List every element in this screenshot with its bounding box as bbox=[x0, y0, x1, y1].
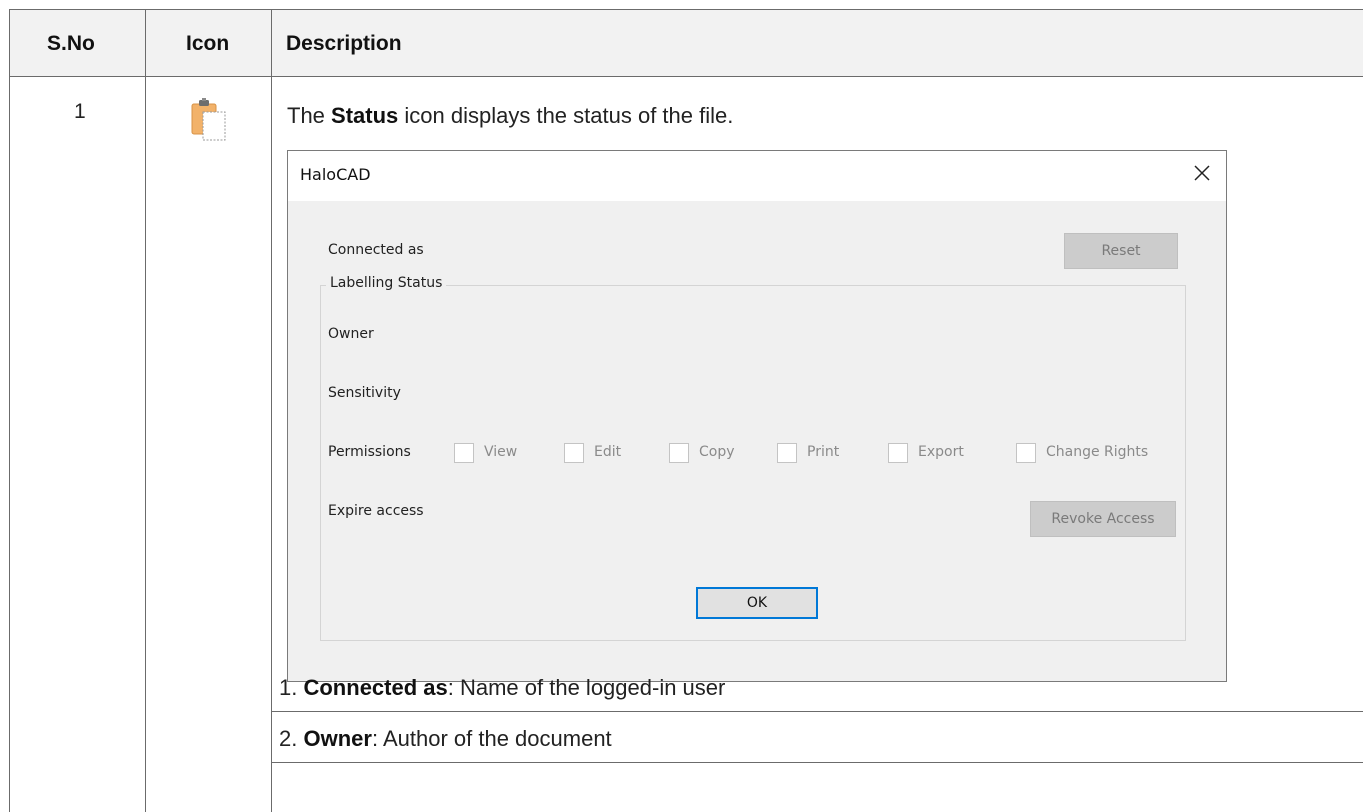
table-column-divider-2 bbox=[271, 9, 272, 812]
clipboard-icon bbox=[190, 98, 228, 142]
list-item-number: 2. bbox=[279, 726, 298, 751]
owner-label: Owner bbox=[328, 326, 374, 342]
close-icon[interactable] bbox=[1190, 161, 1214, 185]
list-item-number: 1. bbox=[279, 675, 298, 700]
list-item: 1. Connected as: Name of the logged-in u… bbox=[279, 675, 725, 701]
intro-pre: The bbox=[287, 103, 332, 128]
list-item-text: : Name of the logged-in user bbox=[447, 675, 726, 700]
dialog-titlebar: HaloCAD bbox=[288, 151, 1226, 201]
halocad-dialog: HaloCAD Connected as Reset Labelling Sta… bbox=[287, 150, 1227, 682]
change-rights-checkbox-label: Change Rights bbox=[1046, 444, 1149, 460]
header-icon: Icon bbox=[186, 32, 230, 55]
list-item-term: Owner bbox=[303, 726, 372, 751]
list-line-divider-1 bbox=[272, 711, 1363, 712]
edit-checkbox-label: Edit bbox=[594, 444, 622, 460]
table-column-divider-1 bbox=[145, 9, 146, 812]
list-item: 2. Owner: Author of the document bbox=[279, 726, 612, 752]
intro-bold: Status bbox=[331, 103, 399, 128]
connected-as-label: Connected as bbox=[328, 242, 424, 258]
ok-button[interactable]: OK bbox=[696, 587, 818, 619]
reset-button[interactable]: Reset bbox=[1064, 233, 1178, 269]
header-description: Description bbox=[286, 32, 402, 55]
revoke-access-button[interactable]: Revoke Access bbox=[1030, 501, 1176, 537]
copy-checkbox-label: Copy bbox=[699, 444, 735, 460]
export-checkbox-label: Export bbox=[918, 444, 964, 460]
view-checkbox-label: View bbox=[484, 444, 518, 460]
dialog-title: HaloCAD bbox=[300, 165, 371, 184]
export-checkbox-box[interactable] bbox=[888, 443, 908, 463]
expire-access-label: Expire access bbox=[328, 503, 424, 519]
print-checkbox-box[interactable] bbox=[777, 443, 797, 463]
permissions-label: Permissions bbox=[328, 444, 411, 460]
list-item-term: Connected as bbox=[303, 675, 448, 700]
header-sno: S.No bbox=[47, 32, 95, 55]
copy-checkbox-box[interactable] bbox=[669, 443, 689, 463]
description-table: S.No Icon Description 1 The Status icon … bbox=[0, 0, 1363, 812]
print-checkbox-label: Print bbox=[807, 444, 840, 460]
row-sno: 1 bbox=[74, 100, 86, 123]
list-line-divider-2 bbox=[272, 762, 1363, 763]
list-item-text: : Author of the document bbox=[371, 726, 612, 751]
view-checkbox-box[interactable] bbox=[454, 443, 474, 463]
labelling-status-legend: Labelling Status bbox=[326, 275, 447, 291]
table-border-left bbox=[9, 9, 10, 812]
change-rights-checkbox-box[interactable] bbox=[1016, 443, 1036, 463]
edit-checkbox-box[interactable] bbox=[564, 443, 584, 463]
intro-post: icon displays the status of the file. bbox=[398, 103, 734, 128]
status-description: The Status icon displays the status of t… bbox=[287, 103, 733, 129]
sensitivity-label: Sensitivity bbox=[328, 385, 401, 401]
